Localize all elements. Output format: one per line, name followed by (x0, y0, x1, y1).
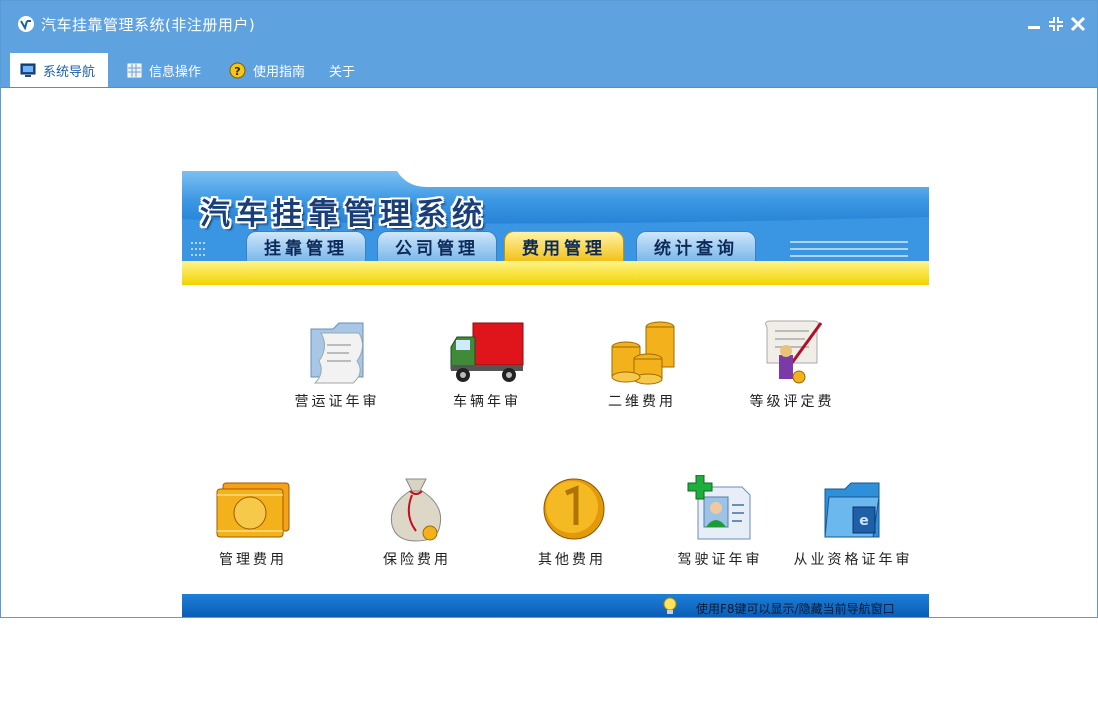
tab-about[interactable]: 关于 (319, 53, 369, 87)
lightbulb-icon (663, 597, 677, 614)
tab-user-guide[interactable]: ? 使用指南 (219, 53, 317, 87)
minimize-icon[interactable] (1025, 15, 1043, 33)
tab-label: 使用指南 (253, 64, 306, 80)
item-label: 二维费用 (608, 394, 676, 410)
banner-tab-label: 统计查询 (654, 239, 738, 259)
item-label: 驾驶证年审 (677, 552, 763, 568)
two-dimension-fees[interactable]: 二维费用 (587, 317, 697, 411)
footer-tip: 使用F8键可以显示/隐藏当前导航窗口 (696, 602, 895, 616)
close-icon[interactable] (1069, 15, 1087, 33)
item-label: 等级评定费 (749, 394, 835, 410)
monitor-icon (20, 63, 36, 77)
app-logo-icon (18, 16, 34, 32)
driver-license-icon (687, 475, 751, 540)
grid-icon (127, 63, 142, 77)
item-label: 车辆年审 (453, 394, 521, 410)
tab-info-ops[interactable]: 信息操作 (117, 53, 213, 87)
money-bag-icon (390, 478, 442, 542)
banner-tab-label: 费用管理 (522, 239, 606, 259)
footer-bar: 使用F8键可以显示/隐藏当前导航窗口 (182, 594, 929, 617)
tab-label: 系统导航 (43, 64, 96, 80)
operating-permit-review[interactable]: 营运证年审 (282, 317, 392, 411)
tab-system-nav[interactable]: 系统导航 (10, 53, 108, 87)
banner-tab-fees[interactable]: 费用管理 (504, 231, 624, 261)
item-label: 其他费用 (538, 552, 606, 568)
item-label: 保险费用 (383, 552, 451, 568)
svg-text:e: e (859, 513, 869, 529)
qualification-cert-review[interactable]: e 从业资格证年审 (790, 475, 916, 569)
item-label: 管理费用 (219, 552, 287, 568)
window-title: 汽车挂靠管理系统(非注册用户) (41, 16, 256, 34)
coin-stack-icon (611, 321, 675, 385)
document-folder-icon (310, 322, 364, 384)
tab-label: 信息操作 (149, 64, 202, 80)
main-window: 汽车挂靠管理系统(非注册用户) 系统导航 信息操作 ? 使用指南 关于 汽车挂靠… (0, 0, 1098, 618)
navigation-panel: 汽车挂靠管理系统 挂靠管理 公司管理 费用管理 统计查询 营运证年审 车辆年审 … (182, 171, 929, 617)
insurance-fees[interactable]: 保险费用 (362, 475, 472, 569)
blue-folder-icon: e (824, 482, 880, 538)
management-fees[interactable]: 管理费用 (198, 475, 308, 569)
grade-evaluation-fee[interactable]: 等级评定费 (737, 317, 847, 411)
item-label: 营运证年审 (294, 394, 380, 410)
banner-tab-label: 公司管理 (395, 239, 479, 259)
banner-title: 汽车挂靠管理系统 (200, 197, 488, 232)
certificate-icon (765, 320, 823, 384)
other-fees[interactable]: 其他费用 (517, 475, 627, 569)
item-label: 从业资格证年审 (793, 552, 913, 568)
cash-icon (216, 482, 290, 538)
banner-tab-company[interactable]: 公司管理 (377, 231, 497, 261)
svg-text:?: ? (234, 65, 240, 78)
gold-coin-icon (543, 478, 605, 540)
restore-icon[interactable] (1047, 15, 1065, 33)
tab-label: 关于 (329, 64, 356, 80)
banner-tab-label: 挂靠管理 (264, 239, 348, 259)
truck-icon (450, 322, 524, 382)
banner-tab-affiliation[interactable]: 挂靠管理 (246, 231, 366, 261)
driver-license-review[interactable]: 驾驶证年审 (665, 475, 775, 569)
help-icon: ? (229, 62, 246, 78)
title-bar: 汽车挂靠管理系统(非注册用户) (1, 1, 1097, 47)
vehicle-annual-review[interactable]: 车辆年审 (432, 317, 542, 411)
banner-tab-statistics[interactable]: 统计查询 (636, 231, 756, 261)
menu-bar: 系统导航 信息操作 ? 使用指南 关于 (1, 47, 1097, 88)
